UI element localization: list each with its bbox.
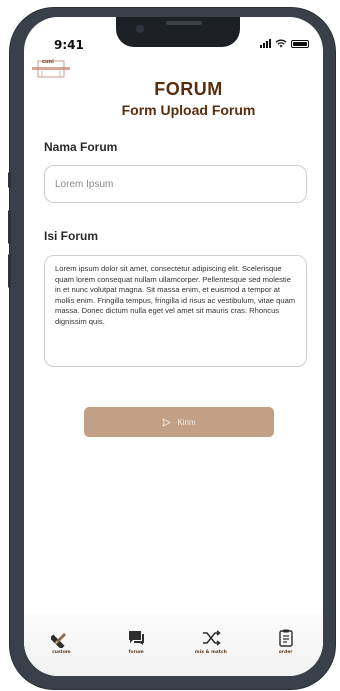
signal-icon [260, 39, 271, 48]
nav-label-mix-match: mix & match [194, 650, 227, 655]
bottom-nav: custom forum mix & match order [24, 614, 323, 676]
nav-item-mix-match[interactable]: mix & match [186, 628, 236, 655]
speaker [166, 21, 202, 25]
pencil-ruler-icon [51, 633, 67, 648]
send-icon [162, 417, 171, 427]
status-time: 9:41 [54, 38, 84, 52]
battery-icon [291, 39, 309, 48]
chat-icon [129, 631, 145, 645]
nav-item-forum[interactable]: forum [111, 628, 161, 655]
volume-up-button [8, 210, 11, 244]
nav-label-forum: forum [128, 650, 144, 655]
nama-forum-placeholder: Lorem Ipsum [55, 178, 114, 190]
page-subtitle: Form Upload Forum [121, 102, 256, 118]
nav-item-order[interactable]: order [261, 628, 311, 655]
nama-forum-label: Nama Forum [44, 140, 118, 154]
wifi-icon [275, 39, 287, 48]
nav-item-custom[interactable]: custom [36, 628, 86, 655]
status-icons [260, 39, 309, 48]
screen: 9:41 cuni FORUM Form Upload Forum Nama F… [24, 17, 323, 676]
silent-switch [8, 172, 11, 188]
page-title: FORUM [154, 79, 223, 99]
nav-label-order: order [278, 650, 293, 655]
clipboard-icon [278, 629, 293, 647]
nama-forum-input[interactable]: Lorem Ipsum [44, 165, 307, 203]
volume-down-button [8, 254, 11, 288]
app-logo: cuni [32, 57, 70, 81]
nav-label-custom: custom [52, 650, 71, 655]
shuffle-icon [202, 630, 221, 646]
logo-text: cuni [42, 59, 54, 65]
kirim-button[interactable]: Kirim [84, 407, 274, 437]
isi-forum-label: Isi Forum [44, 229, 99, 243]
kirim-label: Kirim [177, 417, 196, 427]
isi-forum-textarea[interactable]: Lorem ipsum dolor sit amet, consectetur … [44, 255, 307, 367]
notch [116, 17, 240, 47]
camera [136, 25, 144, 33]
